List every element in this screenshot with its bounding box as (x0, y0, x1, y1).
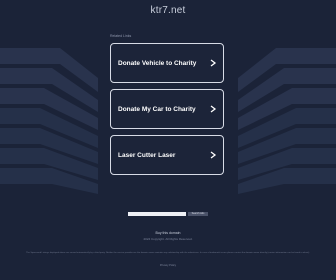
privacy-policy-link[interactable]: Privacy Policy (0, 264, 336, 267)
disclaimer-text: The Sponsored Listings displayed above a… (26, 252, 310, 254)
search-input[interactable] (128, 212, 186, 216)
chevron-right-icon (210, 105, 217, 113)
related-link-label: Donate My Car to Charity (118, 105, 196, 113)
parked-domain-page: ktr7.net Related Links Donate Vehicle to… (0, 0, 336, 280)
buy-domain-link[interactable]: Buy this domain (0, 231, 336, 235)
related-link-label: Donate Vehicle to Charity (118, 59, 197, 67)
related-link-donate-vehicle[interactable]: Donate Vehicle to Charity (110, 43, 224, 83)
domain-title: ktr7.net (150, 5, 186, 16)
related-links-label: Related Links (110, 34, 132, 38)
related-link-label: Laser Cutter Laser (118, 151, 176, 159)
search-bar: Search Ads (128, 212, 208, 217)
search-button[interactable]: Search Ads (188, 212, 208, 216)
chevron-right-icon (210, 59, 217, 67)
related-link-laser-cutter[interactable]: Laser Cutter Laser (110, 135, 224, 175)
related-link-donate-car[interactable]: Donate My Car to Charity (110, 89, 224, 129)
chevron-right-icon (210, 151, 217, 159)
copyright-text: 2024 Copyright. All Rights Reserved. (143, 237, 193, 241)
